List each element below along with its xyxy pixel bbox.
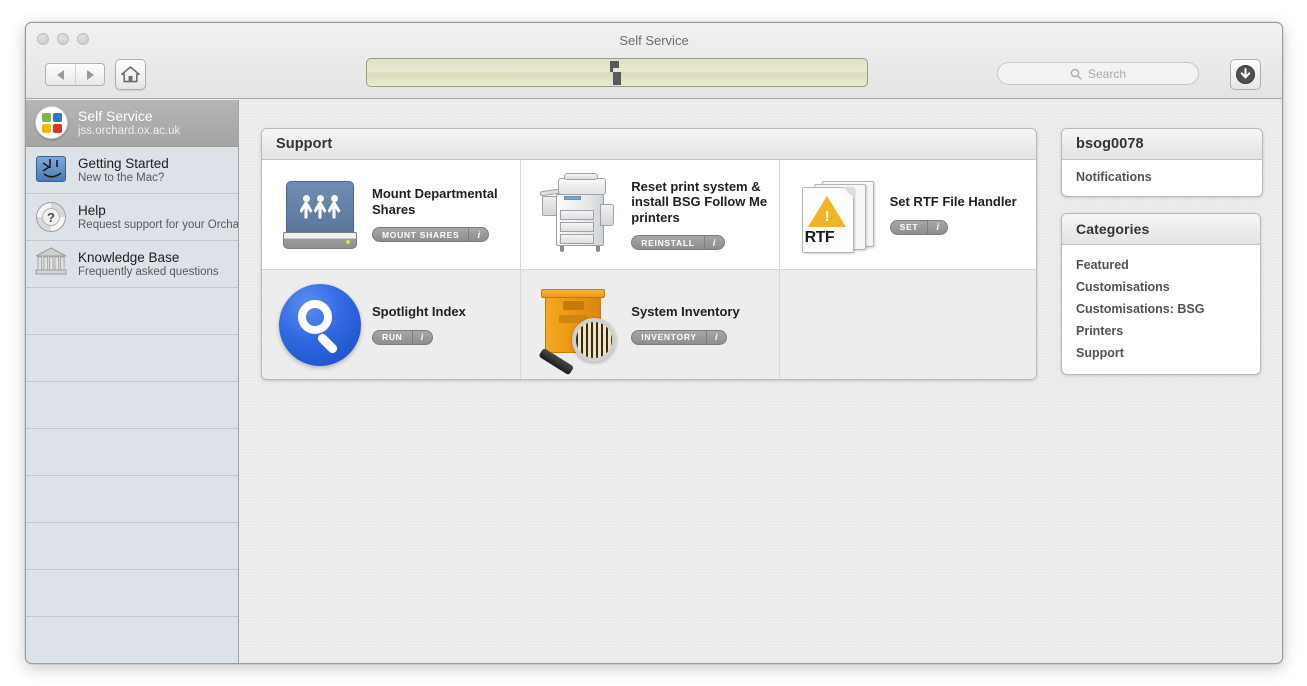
item-title: System Inventory: [631, 304, 740, 319]
sidebar-empty-row: [26, 617, 238, 663]
library-icon: [34, 246, 70, 282]
items-row: Spotlight Index RUN i System Inventory I…: [262, 269, 1036, 379]
sidebar-empty-row: [26, 335, 238, 382]
category-support[interactable]: Support: [1062, 342, 1260, 364]
search-icon: [1070, 68, 1082, 80]
item-title: Mount Departmental Shares: [372, 186, 498, 217]
home-icon: [121, 66, 140, 83]
help-icon: ?: [34, 199, 70, 235]
sidebar-empty-row: [26, 429, 238, 476]
empty-cell: [778, 270, 1036, 379]
item-action-button[interactable]: SET i: [889, 219, 949, 235]
chevron-left-icon: [57, 69, 64, 80]
sidebar-empty-row: [26, 476, 238, 523]
window-body: Self Service jss.orchard.ox.ac.uk Gettin…: [26, 100, 1282, 663]
item-title: Set RTF File Handler: [889, 194, 1017, 209]
item-set-rtf-file-handler[interactable]: ! RTF Set RTF File Handler SET i: [778, 160, 1036, 269]
sidebar-empty-row: [26, 570, 238, 617]
inventory-box-icon: [535, 281, 623, 375]
item-info-button[interactable]: i: [413, 331, 432, 344]
item-mount-departmental-shares[interactable]: Mount Departmental Shares MOUNT SHARES i: [262, 160, 520, 269]
item-reset-print-system[interactable]: Reset print system & install BSG Follow …: [520, 160, 778, 269]
navigation-buttons: [45, 63, 105, 86]
item-action-button[interactable]: MOUNT SHARES i: [372, 227, 490, 243]
item-action-button[interactable]: RUN i: [372, 329, 433, 345]
item-action-button[interactable]: INVENTORY i: [631, 329, 727, 345]
item-action-label: REINSTALL: [641, 237, 695, 248]
item-action-button[interactable]: REINSTALL i: [631, 235, 725, 250]
sidebar-item-self-service[interactable]: Self Service jss.orchard.ox.ac.uk: [26, 100, 238, 147]
sidebar-item-subtitle: jss.orchard.ox.ac.uk: [78, 124, 181, 137]
support-items-panel: Support Mount Departmental Shares MOUNT …: [261, 128, 1037, 380]
self-service-logo-icon: [34, 105, 70, 141]
search-input[interactable]: Search: [997, 62, 1199, 85]
category-customisations-bsg[interactable]: Customisations: BSG: [1062, 298, 1260, 320]
download-icon: [1236, 65, 1255, 84]
rtf-document-icon: ! RTF: [794, 171, 882, 259]
item-system-inventory[interactable]: System Inventory INVENTORY i: [520, 270, 778, 379]
sidebar-empty-row: [26, 288, 238, 335]
sidebar-item-knowledge-base[interactable]: Knowledge Base Frequently asked question…: [26, 241, 238, 288]
sidebar-item-title: Getting Started: [78, 155, 169, 171]
sidebar-item-title: Help: [78, 202, 106, 218]
section-title: Support: [262, 129, 1036, 160]
categories-panel: Categories Featured Customisations Custo…: [1061, 213, 1261, 375]
item-title: Spotlight Index: [372, 304, 466, 319]
window-title: Self Service: [619, 33, 689, 48]
sidebar-item-subtitle: Frequently asked questions: [78, 265, 219, 278]
item-action-label: INVENTORY: [641, 332, 697, 342]
item-action-label: RUN: [382, 332, 403, 342]
item-info-button[interactable]: i: [928, 221, 947, 234]
home-button[interactable]: [115, 59, 146, 90]
right-column: bsog0078 Notifications Categories Featur…: [1061, 128, 1263, 375]
jamf-logo-icon: [610, 60, 621, 85]
item-spotlight-index[interactable]: Spotlight Index RUN i: [262, 270, 520, 379]
back-button[interactable]: [46, 64, 75, 85]
sidebar-item-help[interactable]: ? Help Request support for your Orchard: [26, 194, 238, 241]
sidebar: Self Service jss.orchard.ox.ac.uk Gettin…: [26, 100, 239, 663]
chevron-right-icon: [86, 69, 94, 80]
items-row: Mount Departmental Shares MOUNT SHARES i: [262, 160, 1036, 269]
sidebar-item-getting-started[interactable]: Getting Started New to the Mac?: [26, 147, 238, 194]
network-drive-icon: [276, 171, 364, 259]
spotlight-icon: [276, 281, 364, 369]
sidebar-item-subtitle: Request support for your Orchard: [78, 218, 238, 231]
sidebar-item-title: Self Service: [78, 108, 153, 124]
category-featured[interactable]: Featured: [1062, 254, 1260, 276]
categories-title: Categories: [1062, 214, 1260, 245]
self-service-brand-banner: [366, 58, 868, 87]
user-panel: bsog0078 Notifications: [1061, 128, 1263, 197]
main-content: Support Mount Departmental Shares MOUNT …: [239, 100, 1282, 663]
item-info-button[interactable]: i: [469, 228, 488, 241]
notifications-link[interactable]: Notifications: [1076, 170, 1248, 184]
downloads-button[interactable]: [1230, 59, 1261, 90]
item-action-label: SET: [899, 222, 919, 232]
printer-icon: [535, 171, 623, 259]
item-info-button[interactable]: i: [707, 331, 726, 344]
finder-icon: [34, 152, 70, 188]
sidebar-empty-row: [26, 523, 238, 570]
search-placeholder: Search: [1087, 66, 1127, 81]
self-service-window: Self Service Search Self Service jss.orc…: [25, 22, 1283, 664]
forward-button[interactable]: [75, 64, 104, 85]
sidebar-empty-row: [26, 382, 238, 429]
item-info-button[interactable]: i: [705, 236, 724, 249]
sidebar-item-subtitle: New to the Mac?: [78, 171, 165, 184]
category-customisations[interactable]: Customisations: [1062, 276, 1260, 298]
username-label: bsog0078: [1062, 129, 1262, 160]
sidebar-item-title: Knowledge Base: [78, 249, 180, 265]
item-title: Reset print system & install BSG Follow …: [631, 178, 768, 225]
category-printers[interactable]: Printers: [1062, 320, 1260, 342]
window-titlebar: Self Service Search: [26, 23, 1282, 99]
item-action-label: MOUNT SHARES: [382, 229, 460, 240]
